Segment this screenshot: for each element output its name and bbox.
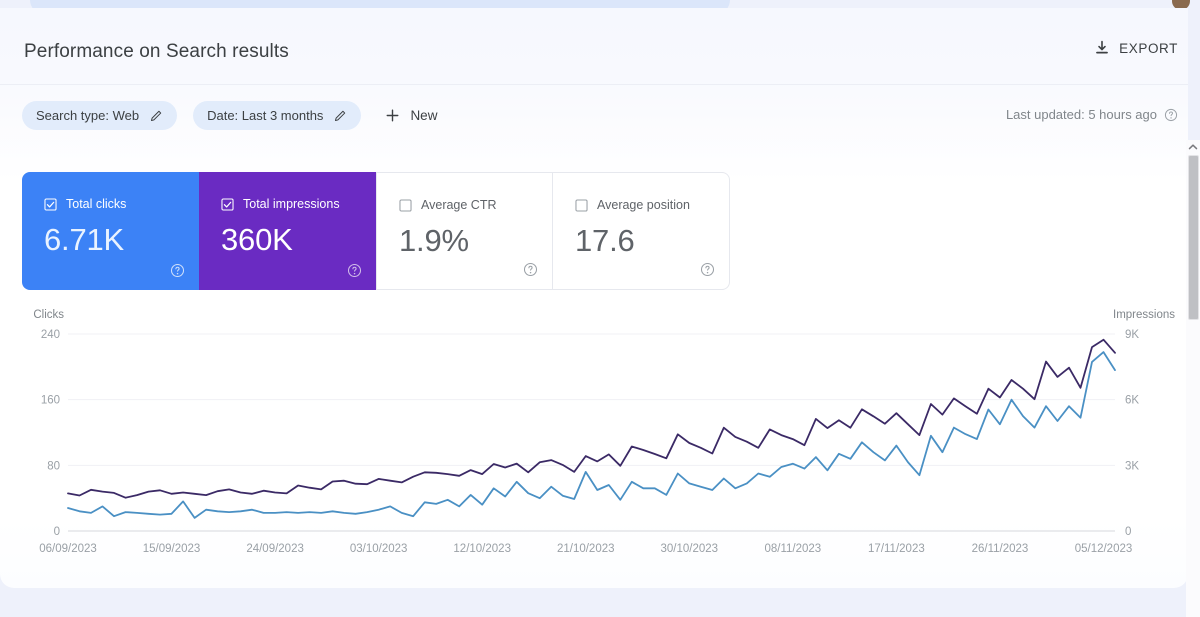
chart-y-tick-label: 0 bbox=[54, 526, 60, 538]
chart-y2-tick-label: 9K bbox=[1125, 329, 1139, 341]
filter-chip-search-type[interactable]: Search type: Web bbox=[22, 101, 178, 130]
metric-card-average-position-value: 17.6 bbox=[575, 223, 635, 258]
metric-card-total-impressions-header: Total impressions bbox=[221, 198, 376, 211]
help-circle-icon[interactable] bbox=[700, 262, 715, 277]
help-circle-icon[interactable] bbox=[523, 262, 538, 277]
chart-y-tick-label: 80 bbox=[47, 460, 60, 472]
filter-bar: Search type: Web Date: Last 3 months New bbox=[22, 101, 445, 130]
plus-icon bbox=[385, 108, 400, 123]
chart-x-tick-label: 24/09/2023 bbox=[246, 543, 304, 555]
chart-series-impressions bbox=[67, 338, 1116, 499]
chart-y2-tick-label: 0 bbox=[1125, 526, 1131, 538]
chart-x-tick-label: 17/11/2023 bbox=[868, 543, 925, 555]
chart-y-tick-label: 160 bbox=[41, 395, 60, 407]
header-divider bbox=[0, 84, 1188, 85]
metric-card-average-ctr[interactable]: Average CTR 1.9% bbox=[376, 172, 553, 290]
chart-x-tick-label: 03/10/2023 bbox=[350, 543, 408, 555]
metric-card-average-ctr-header: Average CTR bbox=[399, 199, 552, 212]
help-circle-icon[interactable] bbox=[347, 263, 362, 278]
metric-card-average-ctr-label: Average CTR bbox=[421, 198, 497, 213]
chart-y-tick-label: 240 bbox=[41, 329, 60, 341]
chart-x-tick-label: 05/12/2023 bbox=[1075, 543, 1133, 555]
filter-chip-date-label: Date: Last 3 months bbox=[207, 108, 324, 123]
export-label: EXPORT bbox=[1119, 40, 1178, 56]
last-updated: Last updated: 5 hours ago bbox=[1006, 107, 1178, 122]
checkbox-checked-icon[interactable] bbox=[221, 198, 234, 211]
help-circle-icon[interactable] bbox=[170, 263, 185, 278]
pencil-icon bbox=[334, 109, 347, 122]
last-updated-label: Last updated: 5 hours ago bbox=[1005, 107, 1157, 122]
metric-card-average-position-label: Average position bbox=[597, 198, 690, 213]
new-filter-label: New bbox=[410, 108, 438, 123]
scrollbar-thumb[interactable] bbox=[1188, 155, 1199, 320]
metric-card-average-position-header: Average position bbox=[575, 199, 729, 212]
new-filter-button[interactable]: New bbox=[377, 101, 445, 130]
chart-y-axis-title: Clicks bbox=[33, 309, 64, 321]
metric-card-average-ctr-value: 1.9% bbox=[399, 223, 469, 258]
metric-card-total-impressions-label: Total impressions bbox=[243, 197, 340, 212]
download-icon bbox=[1094, 40, 1110, 56]
chart-y2-axis-title: Impressions bbox=[1113, 309, 1175, 321]
filter-chip-date[interactable]: Date: Last 3 months bbox=[193, 101, 362, 130]
chart-x-tick-label: 12/10/2023 bbox=[453, 543, 511, 555]
metric-cards: Total clicks 6.71K Total impressions 360… bbox=[22, 172, 730, 290]
performance-chart[interactable]: Clicks 0 80 160 240 Impressions 0 3K 6K 9K 06/09/2… bbox=[0, 300, 1188, 570]
metric-card-total-clicks[interactable]: Total clicks 6.71K bbox=[22, 172, 199, 290]
metric-card-total-clicks-value: 6.71K bbox=[44, 222, 125, 257]
chart-x-tick-label: 30/10/2023 bbox=[661, 543, 719, 555]
metric-card-total-clicks-header: Total clicks bbox=[44, 198, 199, 211]
chart-x-tick-label: 08/11/2023 bbox=[764, 543, 821, 555]
chart-series-clicks bbox=[67, 351, 1116, 519]
chart-x-tick-label: 06/09/2023 bbox=[39, 543, 97, 555]
chart-y2-tick-label: 6K bbox=[1125, 395, 1139, 407]
page-title: Performance on Search results bbox=[24, 41, 289, 62]
help-circle-icon[interactable] bbox=[1164, 108, 1178, 122]
pencil-icon bbox=[150, 109, 163, 122]
vertical-scrollbar[interactable] bbox=[1186, 140, 1200, 617]
chart-x-tick-label: 21/10/2023 bbox=[557, 543, 615, 555]
filter-chip-search-type-label: Search type: Web bbox=[36, 108, 140, 123]
checkbox-checked-icon[interactable] bbox=[44, 198, 57, 211]
chart-x-tick-label: 15/09/2023 bbox=[143, 543, 201, 555]
chevron-up-icon[interactable] bbox=[1186, 140, 1200, 154]
performance-chart-svg: Clicks 0 80 160 240 Impressions 0 3K 6K 9K 06/09/2… bbox=[33, 309, 1175, 555]
metric-card-total-impressions-value: 360K bbox=[221, 222, 293, 257]
export-button[interactable]: EXPORT bbox=[1094, 40, 1178, 56]
chart-y2-tick-label: 3K bbox=[1125, 460, 1139, 472]
metric-card-total-impressions[interactable]: Total impressions 360K bbox=[199, 172, 376, 290]
checkbox-unchecked-icon[interactable] bbox=[399, 199, 412, 212]
checkbox-unchecked-icon[interactable] bbox=[575, 199, 588, 212]
metric-card-average-position[interactable]: Average position 17.6 bbox=[553, 172, 730, 290]
chart-x-tick-label: 26/11/2023 bbox=[972, 543, 1029, 555]
metric-card-total-clicks-label: Total clicks bbox=[66, 197, 127, 212]
performance-page: Performance on Search results EXPORT Sea… bbox=[0, 0, 1200, 617]
